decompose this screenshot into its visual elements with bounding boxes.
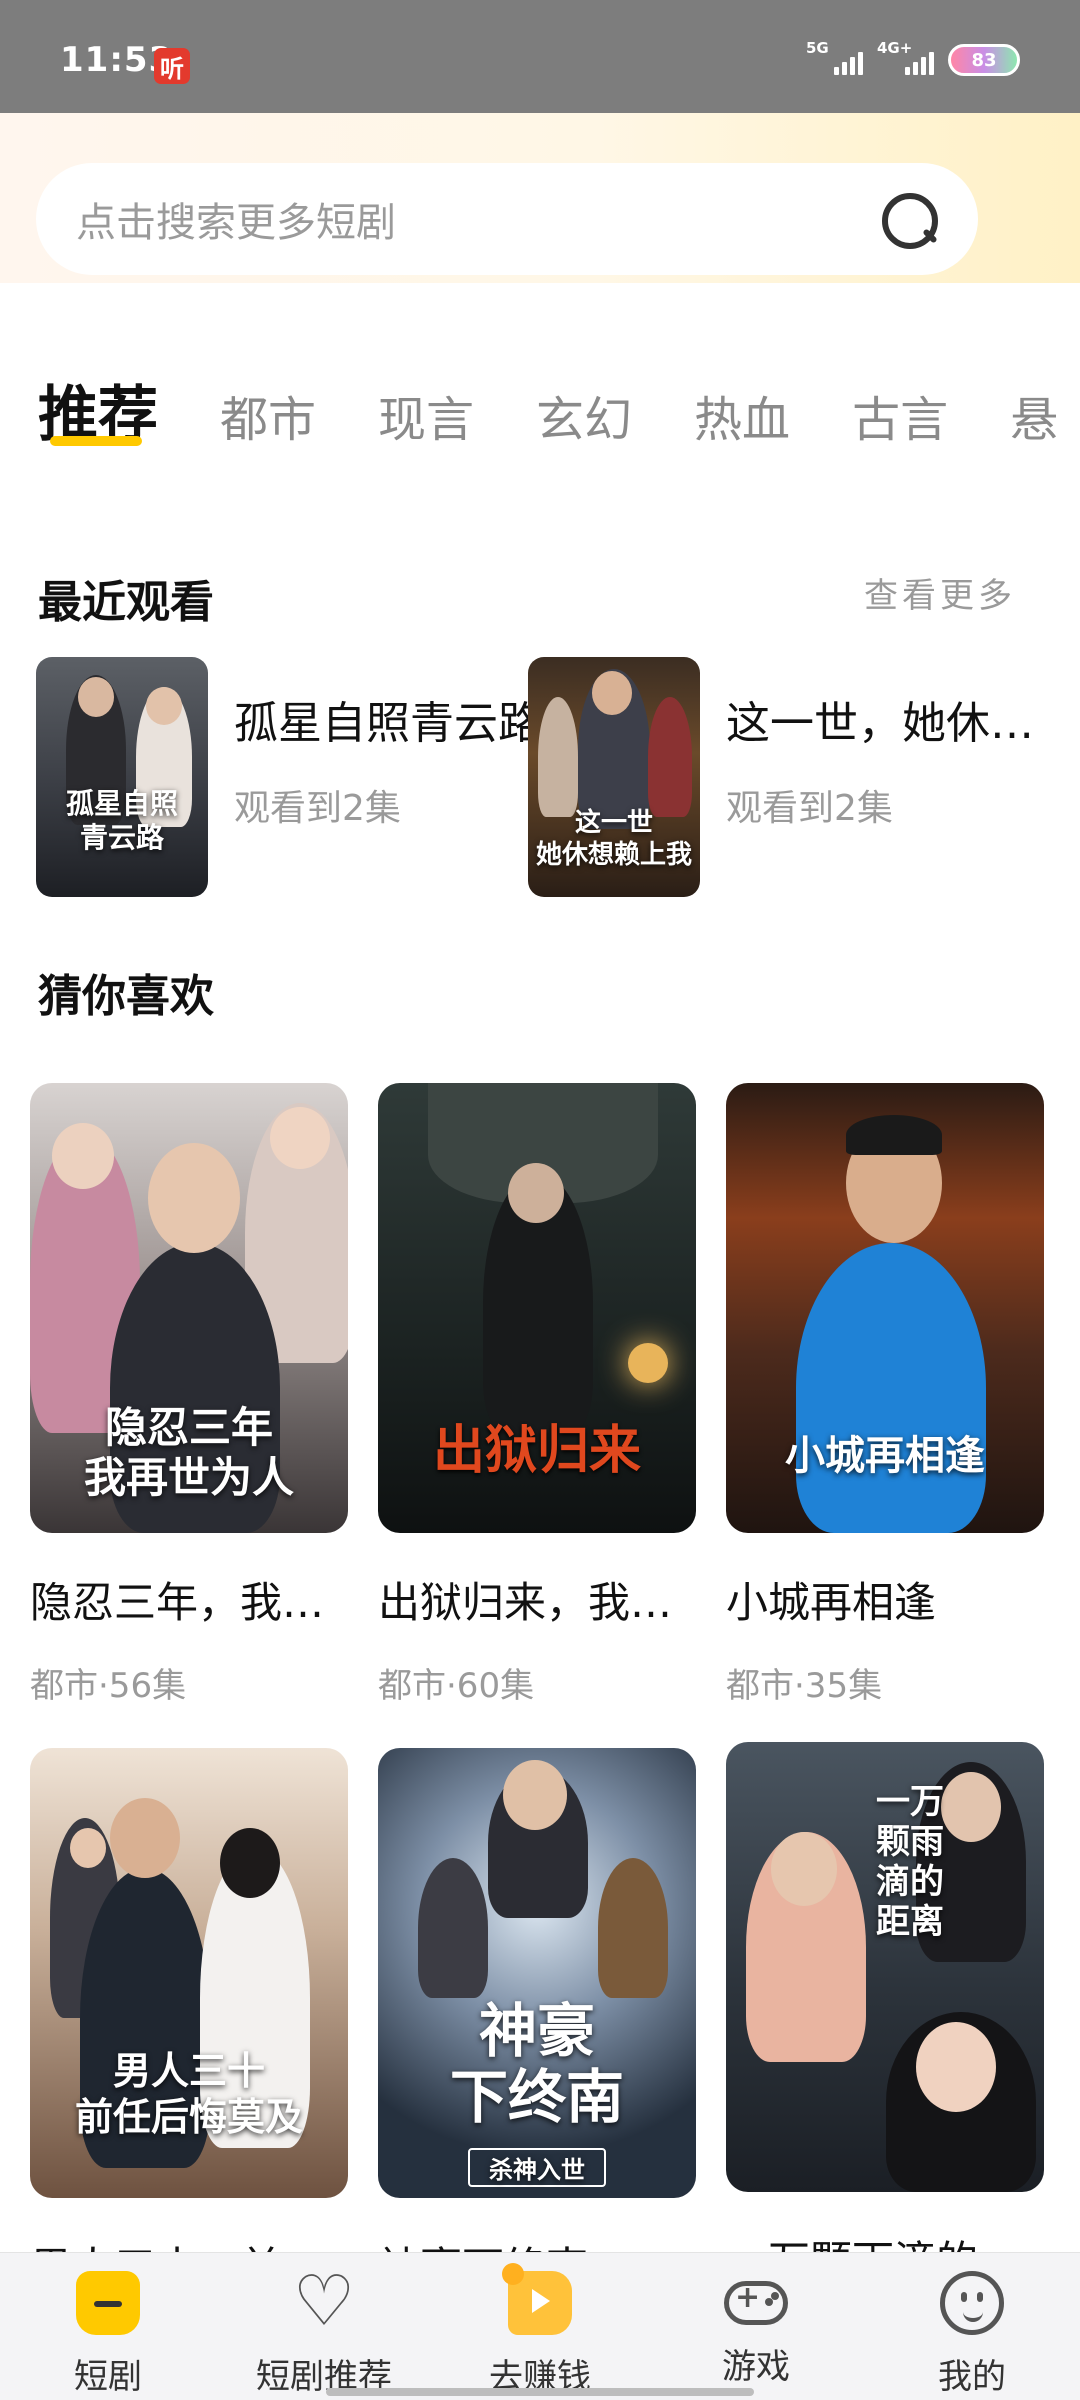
status-indicators: 5G 4G+ 83 <box>806 41 1020 76</box>
recent-item[interactable]: 孤星自照 青云路 孤星自照青云路 观看到2集 <box>36 657 542 897</box>
nav-drama-recommend[interactable]: 短剧推荐 <box>216 2253 432 2400</box>
signal-4g-icon: 4G+ <box>877 41 934 75</box>
search-icon[interactable] <box>878 189 938 249</box>
search-input[interactable]: 点击搜索更多短剧 <box>76 190 878 248</box>
nav-earn[interactable]: 去赚钱 <box>432 2253 648 2400</box>
drama-title[interactable]: 隐忍三年，我… <box>30 1569 348 1630</box>
drama-card[interactable]: 男人三十 前任后悔莫及 男人三十，前… <box>30 1748 348 2323</box>
drama-title[interactable]: 出狱归来，我… <box>378 1569 696 1630</box>
heart-icon <box>292 2261 356 2341</box>
bottom-navigation: 短剧 短剧推荐 去赚钱 游戏 我的 <box>0 2252 1080 2400</box>
status-bar: 11:53 听 5G 4G+ 83 <box>0 0 1080 113</box>
nav-profile[interactable]: 我的 <box>864 2253 1080 2400</box>
drama-card[interactable]: 一万颗雨滴的 距离 一万颗雨滴的… <box>726 1742 1044 2317</box>
tab-ancient-romance[interactable]: 古言 <box>852 390 948 450</box>
nav-games[interactable]: 游戏 <box>648 2253 864 2400</box>
gamepad-icon <box>724 2280 788 2325</box>
drama-poster[interactable]: 小城再相逢 <box>726 1083 1044 1533</box>
recent-title[interactable]: 这一世，她休… <box>726 687 1034 751</box>
drama-meta: 都市·60集 <box>378 1666 535 1706</box>
drama-poster[interactable]: 出狱归来 <box>378 1083 696 1533</box>
tab-modern-romance[interactable]: 现言 <box>378 390 474 450</box>
drama-poster[interactable]: 一万颗雨滴的 距离 <box>726 1742 1044 2192</box>
recent-progress: 观看到2集 <box>234 788 401 829</box>
category-tabs: 推荐 都市 现言 玄幻 热血 古言 悬 <box>38 340 1080 450</box>
drama-poster[interactable]: 隐忍三年 我再世为人 <box>30 1083 348 1533</box>
drama-title[interactable]: 小城再相逢 <box>726 1569 1044 1630</box>
home-indicator[interactable] <box>326 2388 754 2396</box>
see-more-link[interactable]: 查看更多 <box>864 568 1016 617</box>
tab-urban[interactable]: 都市 <box>220 390 316 450</box>
profile-icon <box>940 2271 1004 2335</box>
battery-icon: 83 <box>948 44 1020 76</box>
recent-poster[interactable]: 孤星自照 青云路 <box>36 657 208 897</box>
recent-progress: 观看到2集 <box>726 788 893 829</box>
signal-5g-icon: 5G <box>806 41 863 75</box>
drama-card[interactable]: 出狱归来 出狱归来，我… 都市·60集 <box>378 1083 696 1707</box>
drama-meta: 都市·35集 <box>726 1666 883 1706</box>
recent-title[interactable]: 孤星自照青云路 <box>234 687 542 751</box>
nav-label: 游戏 <box>722 2347 790 2387</box>
recommend-section-title: 猜你喜欢 <box>38 971 214 1022</box>
nav-label: 我的 <box>938 2357 1006 2397</box>
nav-label: 短剧 <box>74 2357 142 2397</box>
recent-poster[interactable]: 这一世 她休想赖上我 <box>528 657 700 897</box>
nav-dramas[interactable]: 短剧 <box>0 2253 216 2400</box>
drama-meta: 都市·56集 <box>30 1666 187 1706</box>
home-icon <box>76 2271 140 2335</box>
tab-fantasy[interactable]: 玄幻 <box>536 390 632 450</box>
drama-card[interactable]: 隐忍三年 我再世为人 隐忍三年，我… 都市·56集 <box>30 1083 348 1707</box>
tab-action[interactable]: 热血 <box>694 390 790 450</box>
tab-suspense[interactable]: 悬 <box>1010 390 1058 450</box>
active-tab-indicator <box>50 436 142 446</box>
recent-section-title: 最近观看 <box>38 577 214 628</box>
drama-poster[interactable]: 男人三十 前任后悔莫及 <box>30 1748 348 2198</box>
drama-card[interactable]: 神豪 下终南 杀神入世 神豪下终南 <box>378 1748 696 2323</box>
drama-poster[interactable]: 神豪 下终南 杀神入世 <box>378 1748 696 2198</box>
search-bar[interactable]: 点击搜索更多短剧 <box>36 163 978 275</box>
app-notification-icon: 听 <box>154 48 190 84</box>
recent-item[interactable]: 这一世 她休想赖上我 这一世，她休… 观看到2集 <box>528 657 1034 897</box>
earn-icon <box>502 2263 572 2335</box>
drama-card[interactable]: 小城再相逢 小城再相逢 都市·35集 <box>726 1083 1044 1707</box>
